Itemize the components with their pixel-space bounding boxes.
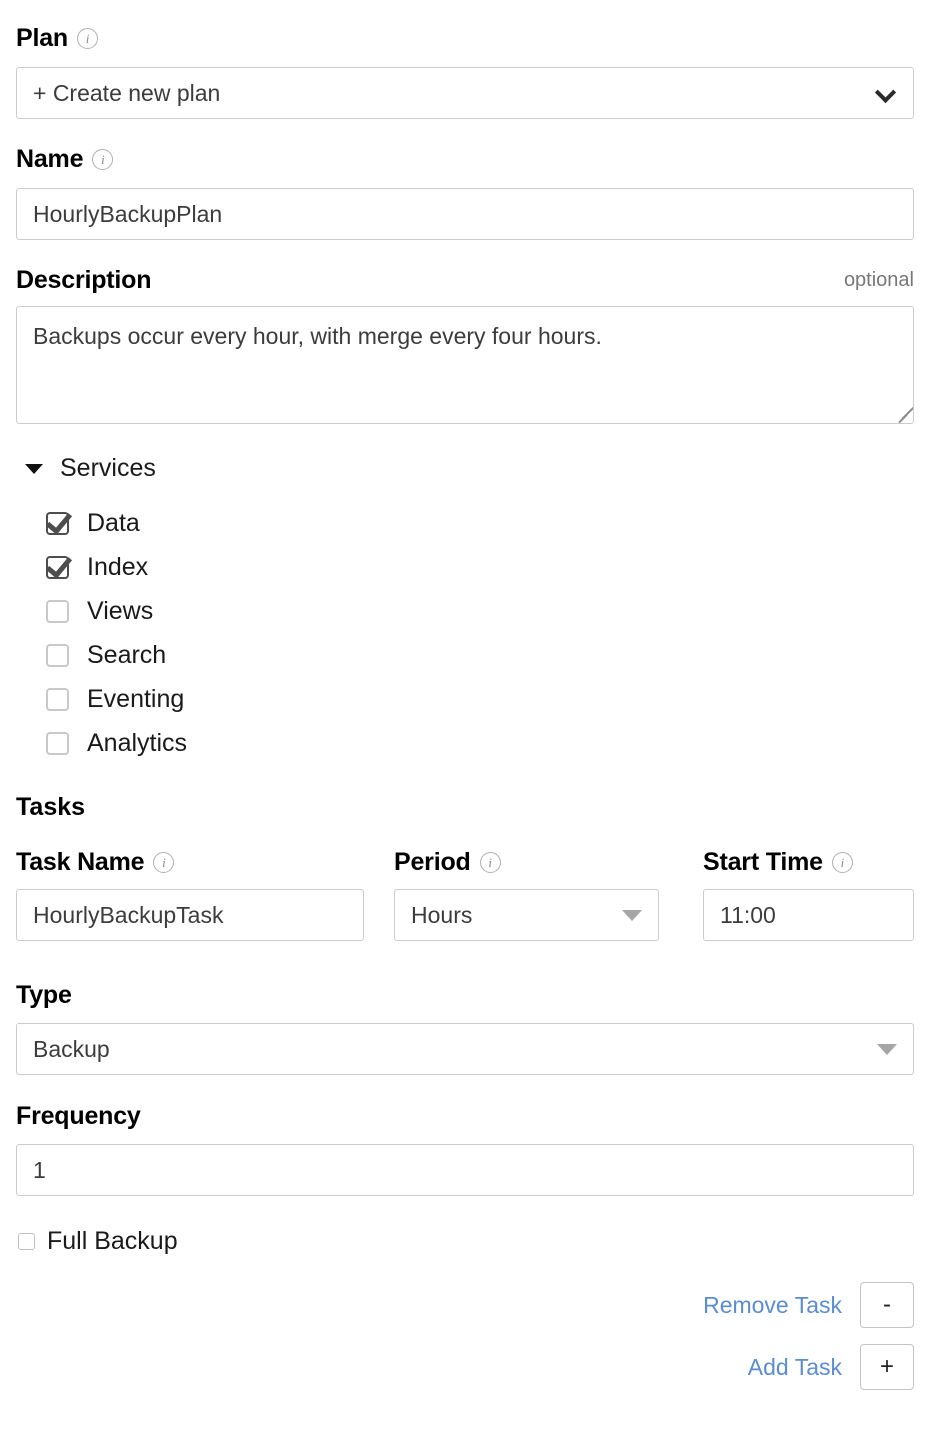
period-label-text: Period xyxy=(394,850,471,875)
start-time-input[interactable]: 11:00 xyxy=(703,889,914,941)
task-name-input[interactable]: HourlyBackupTask xyxy=(16,889,364,941)
frequency-input[interactable]: 1 xyxy=(16,1144,914,1196)
tasks-heading: Tasks xyxy=(16,793,914,822)
name-field-group: Name i HourlyBackupPlan xyxy=(16,119,914,240)
service-label: Views xyxy=(87,597,153,626)
type-select[interactable]: Backup xyxy=(16,1023,914,1075)
info-icon[interactable]: i xyxy=(92,149,113,170)
task-name-field-group: Task Name i HourlyBackupTask xyxy=(16,850,364,941)
info-icon[interactable]: i xyxy=(153,852,174,873)
task-name-label-text: Task Name xyxy=(16,850,144,875)
period-selected-value: Hours xyxy=(411,902,622,929)
info-icon[interactable]: i xyxy=(77,28,98,49)
plan-label-text: Plan xyxy=(16,26,68,51)
service-item-search[interactable]: Search xyxy=(16,633,914,677)
checkbox-index[interactable] xyxy=(46,556,69,579)
type-label: Type xyxy=(16,983,914,1008)
full-backup-row[interactable]: Full Backup xyxy=(16,1196,914,1256)
type-field-group: Type Backup xyxy=(16,950,914,1075)
checkbox-search[interactable] xyxy=(46,644,69,667)
tasks-section: Tasks Task Name i HourlyBackupTask Perio… xyxy=(16,765,914,1390)
type-label-text: Type xyxy=(16,983,72,1008)
checkbox-data[interactable] xyxy=(46,512,69,535)
services-section: Services Data Index Views Search Eventin… xyxy=(16,424,914,765)
chevron-down-icon xyxy=(875,82,897,104)
description-label-text: Description xyxy=(16,268,151,293)
task-row: Task Name i HourlyBackupTask Period i Ho… xyxy=(16,850,914,950)
task-name-label: Task Name i xyxy=(16,850,364,875)
frequency-label: Frequency xyxy=(16,1104,914,1129)
period-field-group: Period i Hours xyxy=(394,850,659,941)
services-checkbox-list: Data Index Views Search Eventing Analyti… xyxy=(16,501,914,765)
resize-grip-icon[interactable] xyxy=(894,405,910,421)
service-item-analytics[interactable]: Analytics xyxy=(16,721,914,765)
name-label: Name i xyxy=(16,147,914,172)
description-label-row: Description optional xyxy=(16,268,914,293)
description-text: Backups occur every hour, with merge eve… xyxy=(33,321,897,352)
service-item-data[interactable]: Data xyxy=(16,501,914,545)
remove-task-button[interactable]: - xyxy=(860,1282,914,1328)
description-field-group: Description optional Backups occur every… xyxy=(16,240,914,424)
full-backup-label: Full Backup xyxy=(47,1227,178,1256)
description-label: Description xyxy=(16,268,151,293)
services-title: Services xyxy=(60,454,156,483)
service-item-eventing[interactable]: Eventing xyxy=(16,677,914,721)
checkbox-eventing[interactable] xyxy=(46,688,69,711)
period-select[interactable]: Hours xyxy=(394,889,659,941)
caret-down-icon xyxy=(25,464,43,474)
plan-selected-value: + Create new plan xyxy=(33,80,875,107)
type-selected-value: Backup xyxy=(33,1036,877,1063)
frequency-field-group: Frequency 1 xyxy=(16,1075,914,1196)
checkbox-views[interactable] xyxy=(46,600,69,623)
start-time-field-group: Start Time i 11:00 xyxy=(703,850,914,941)
add-task-link[interactable]: Add Task xyxy=(748,1354,842,1381)
description-optional-tag: optional xyxy=(844,269,914,292)
service-item-index[interactable]: Index xyxy=(16,545,914,589)
remove-task-row: Remove Task - xyxy=(16,1256,914,1328)
start-time-label-text: Start Time xyxy=(703,850,823,875)
checkbox-full-backup[interactable] xyxy=(18,1233,35,1250)
frequency-label-text: Frequency xyxy=(16,1104,141,1129)
info-icon[interactable]: i xyxy=(832,852,853,873)
plan-field-group: Plan i + Create new plan xyxy=(16,0,914,119)
plan-label: Plan i xyxy=(16,26,914,51)
service-label: Data xyxy=(87,509,140,538)
triangle-down-icon xyxy=(877,1044,897,1055)
services-disclosure-toggle[interactable]: Services xyxy=(16,454,914,483)
backup-plan-form: Plan i + Create new plan Name i HourlyBa… xyxy=(0,0,930,1437)
triangle-down-icon xyxy=(622,910,642,921)
plan-select[interactable]: + Create new plan xyxy=(16,67,914,119)
period-label: Period i xyxy=(394,850,659,875)
service-label: Index xyxy=(87,553,148,582)
start-time-label: Start Time i xyxy=(703,850,914,875)
service-label: Eventing xyxy=(87,685,184,714)
add-task-button[interactable]: + xyxy=(860,1344,914,1390)
service-item-views[interactable]: Views xyxy=(16,589,914,633)
service-label: Analytics xyxy=(87,729,187,758)
remove-task-link[interactable]: Remove Task xyxy=(703,1292,842,1319)
add-task-row: Add Task + xyxy=(16,1328,914,1390)
name-input[interactable]: HourlyBackupPlan xyxy=(16,188,914,240)
info-icon[interactable]: i xyxy=(480,852,501,873)
checkbox-analytics[interactable] xyxy=(46,732,69,755)
service-label: Search xyxy=(87,641,166,670)
name-label-text: Name xyxy=(16,147,83,172)
description-textarea[interactable]: Backups occur every hour, with merge eve… xyxy=(16,306,914,424)
